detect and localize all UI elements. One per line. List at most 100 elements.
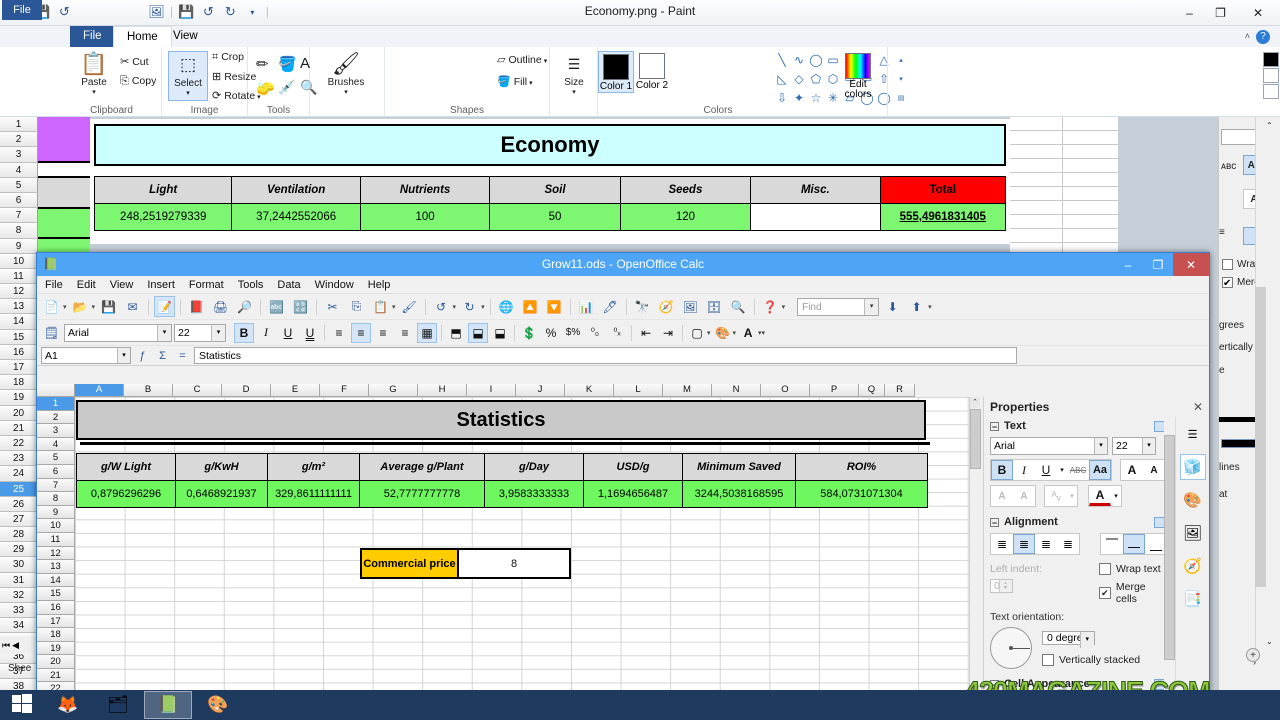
background-color-icon[interactable]: 🎨: [713, 323, 733, 343]
currency-format-icon[interactable]: 💲: [519, 323, 539, 343]
shape-expand-icon[interactable]: ▤: [893, 89, 909, 107]
sort-ascending-icon[interactable]: 🔼: [520, 296, 541, 317]
sidebar-font-color-dropdown-icon[interactable]: ▾: [1111, 486, 1121, 506]
column-header-n[interactable]: N: [712, 384, 761, 397]
calc-grid[interactable]: Statistics g/W Light g/KwH g/m² Average …: [75, 397, 969, 693]
sidebar-subscript-button[interactable]: A: [1013, 486, 1035, 506]
fill-button[interactable]: 🪣 Fill ▾: [497, 75, 533, 88]
column-header-j[interactable]: J: [516, 384, 565, 397]
column-header-i[interactable]: I: [467, 384, 516, 397]
background-row-header[interactable]: 16: [0, 344, 38, 360]
calc-row-header[interactable]: 8: [37, 492, 75, 506]
font-color-icon[interactable]: A: [738, 323, 758, 343]
calc-minimize-button[interactable]: –: [1113, 253, 1143, 276]
paste-dropdown-icon[interactable]: ▾: [392, 303, 396, 311]
spelling-icon[interactable]: 🔤: [266, 296, 287, 317]
calc-row-header[interactable]: 13: [37, 560, 75, 574]
column-header-p[interactable]: P: [810, 384, 859, 397]
shape-scroll-down-icon[interactable]: ▾: [893, 70, 909, 88]
align-right-icon[interactable]: ≡: [373, 323, 393, 343]
select-all-corner[interactable]: [37, 384, 75, 397]
stat-value-gkwh[interactable]: 0,6468921937: [175, 480, 268, 508]
sidebar-settings-icon[interactable]: ☰: [1180, 421, 1206, 447]
sidebar-italic-button[interactable]: I: [1013, 460, 1035, 480]
background-row-header[interactable]: 4: [0, 162, 38, 178]
commercial-price-label[interactable]: Commercial price: [362, 550, 459, 577]
menu-window[interactable]: Window: [315, 279, 354, 291]
degrees-combobox[interactable]: 0 degrees ▾: [1042, 631, 1095, 648]
section-header-text[interactable]: − Text: [984, 417, 1175, 435]
color-1-button[interactable]: Color 1: [598, 51, 634, 93]
background-row-header[interactable]: 34: [0, 618, 38, 634]
background-file-tab[interactable]: File: [2, 0, 42, 20]
column-header-g[interactable]: G: [369, 384, 418, 397]
number-format-icon[interactable]: $%: [563, 323, 583, 343]
help-icon[interactable]: ❓: [760, 296, 781, 317]
calc-row-header[interactable]: 3: [37, 424, 75, 438]
bg-scroll-down-icon[interactable]: ⌄: [1266, 637, 1273, 646]
sidebar-align-justify-icon[interactable]: ≣: [1057, 534, 1079, 554]
apply-style-icon[interactable]: 🗒: [41, 322, 62, 343]
sidebar-underline-dropdown-icon[interactable]: ▾: [1057, 460, 1067, 480]
merge-cells-checkbox[interactable]: ✔: [1098, 587, 1111, 599]
left-indent-spinner[interactable]: 0 pt ▴ ▾: [990, 579, 1013, 593]
sidebar-underline-button[interactable]: U: [1035, 460, 1057, 480]
bg-properties-scroll-thumb[interactable]: [1255, 287, 1266, 587]
increase-indent-icon[interactable]: ⇥: [658, 323, 678, 343]
italic-button[interactable]: I: [256, 323, 276, 343]
undo-icon[interactable]: ↺: [431, 296, 452, 317]
sidebar-close-icon[interactable]: ✕: [1193, 400, 1203, 414]
calc-row-header[interactable]: 19: [37, 641, 75, 656]
find-toolbar-input[interactable]: Find ▾: [797, 297, 880, 316]
column-header-r[interactable]: R: [885, 384, 915, 397]
calc-scroll-thumb[interactable]: [970, 409, 981, 469]
background-row-header[interactable]: 10: [0, 253, 38, 269]
bg-sidebar-tab-strip[interactable]: [1266, 117, 1280, 662]
left-indent-decrease-icon[interactable]: ▾: [998, 584, 1012, 592]
find-dropdown-icon[interactable]: ▾: [864, 298, 879, 315]
minimize-button[interactable]: –: [1174, 0, 1205, 25]
vertically-stacked-checkbox[interactable]: [1042, 654, 1054, 666]
collapse-alignment-icon[interactable]: −: [990, 517, 999, 527]
menu-view[interactable]: View: [110, 279, 134, 291]
sidebar-font-color-button[interactable]: A: [1089, 486, 1111, 506]
align-left-icon[interactable]: ≡: [329, 323, 349, 343]
bg-merge-cells-checkbox[interactable]: ✔: [1222, 277, 1233, 289]
menu-tools[interactable]: Tools: [238, 279, 264, 291]
column-header-q[interactable]: Q: [859, 384, 885, 397]
brushes-button[interactable]: 🖌 Brushes ▾: [322, 51, 370, 96]
background-row-header[interactable]: 18: [0, 375, 38, 391]
export-pdf-icon[interactable]: 📕: [186, 296, 207, 317]
gallery-icon[interactable]: 🖼: [680, 296, 701, 317]
edit-file-icon[interactable]: 📝: [154, 296, 176, 317]
menu-insert[interactable]: Insert: [147, 279, 175, 291]
bg-scroll-up-icon[interactable]: ⌃: [1266, 121, 1273, 130]
background-row-header[interactable]: 7: [0, 208, 38, 224]
borders-dropdown-icon[interactable]: ▾: [707, 329, 711, 337]
select-button[interactable]: ⬚ Select ▾: [168, 51, 208, 101]
sidebar-increase-font-size-button[interactable]: A: [1121, 460, 1143, 480]
background-row-header[interactable]: 6: [0, 192, 38, 209]
stat-header-average-gplant[interactable]: Average g/Plant: [359, 453, 485, 481]
maximize-button[interactable]: ❐: [1205, 0, 1236, 25]
file-explorer-taskbar-item[interactable]: 🗂: [94, 691, 142, 719]
calc-row-header[interactable]: 12: [37, 546, 75, 561]
wrap-text-row[interactable]: Wrap text: [1098, 563, 1169, 575]
column-header-l[interactable]: L: [614, 384, 663, 397]
calc-row-header[interactable]: 1: [37, 397, 75, 411]
paint-taskbar-item[interactable]: 🎨: [194, 691, 242, 719]
stat-value-gm2[interactable]: 329,8611111111: [267, 480, 360, 508]
sidebar-bold-button[interactable]: B: [991, 460, 1013, 480]
scroll-up-icon[interactable]: ⌃: [970, 397, 980, 408]
zoom-icon[interactable]: 🔍: [728, 296, 749, 317]
format-toolbar-overflow-icon[interactable]: ▾: [762, 329, 766, 337]
color-picker-icon[interactable]: 💉: [278, 79, 295, 96]
sidebar-toggle-case-button[interactable]: Aa: [1089, 460, 1111, 480]
calc-row-header[interactable]: 7: [37, 478, 75, 493]
close-button[interactable]: ✕: [1236, 0, 1280, 25]
stat-header-roi[interactable]: ROI%: [795, 453, 928, 481]
background-row-header[interactable]: 15: [0, 329, 38, 345]
swatch-custom-1[interactable]: [1263, 84, 1279, 99]
color-palette[interactable]: [1263, 52, 1280, 99]
background-row-header[interactable]: 8: [0, 223, 38, 239]
